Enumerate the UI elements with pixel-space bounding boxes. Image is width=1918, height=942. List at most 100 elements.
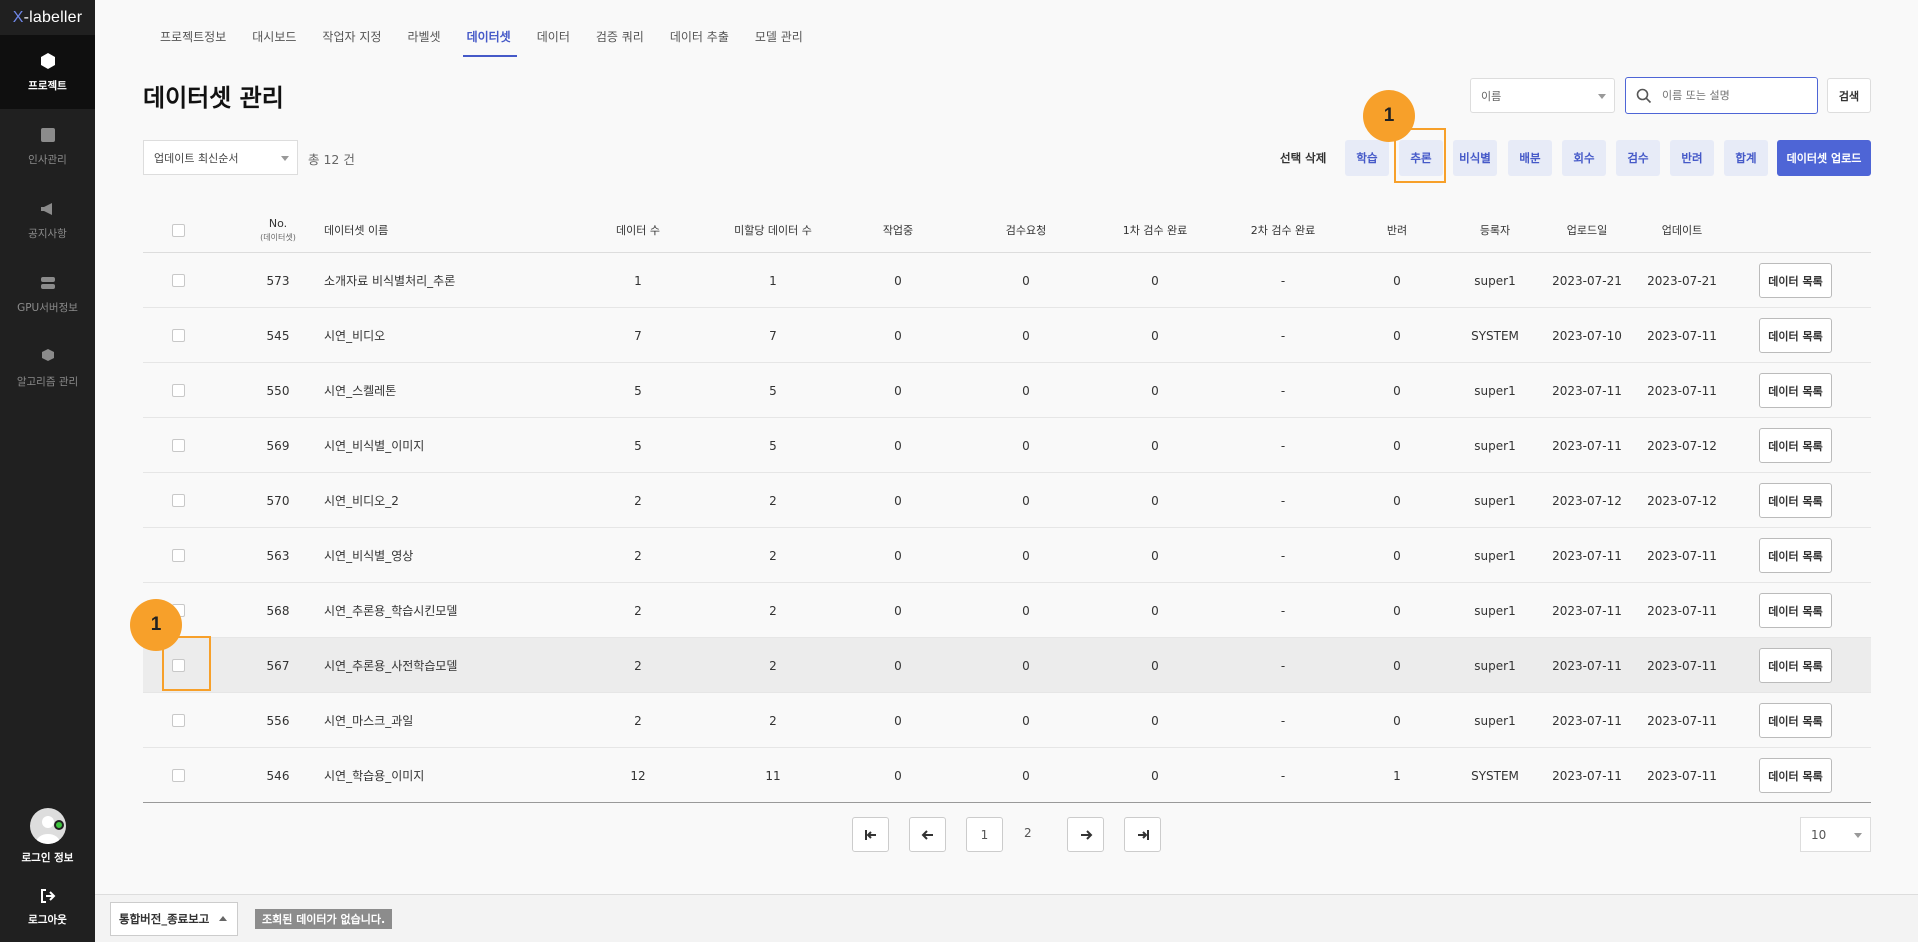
data-list-button[interactable]: 데이터 목록	[1759, 318, 1832, 353]
table-row[interactable]: 550 시연_스켈레톤 5 5 0 0 0-0 super1 2023-07-11 2023-07…	[143, 363, 1871, 418]
row-checkbox[interactable]	[171, 769, 185, 782]
cell-registrant: super1	[1474, 658, 1516, 673]
col-upload-date: 업로드일	[1566, 224, 1608, 237]
megaphone-icon	[40, 202, 52, 215]
col-unassigned: 미할당 데이터 수	[734, 224, 812, 237]
app-logo[interactable]: X -labeller	[0, 0, 95, 35]
action-button-5[interactable]: 검수	[1616, 140, 1660, 176]
cell-unassigned: 2	[769, 493, 777, 508]
data-list-button[interactable]: 데이터 목록	[1759, 538, 1832, 573]
tab-2[interactable]: 작업자 지정	[322, 28, 393, 57]
version-select[interactable]: 통합버전_종료보고	[110, 902, 238, 936]
action-button-2[interactable]: 비식별	[1453, 140, 1497, 176]
server-icon	[40, 276, 55, 289]
table-row[interactable]: 563 시연_비식별_영상 2 2 0 0 0 - 0 super1 2023-07-11 2023-…	[143, 528, 1871, 583]
id-card-icon	[40, 127, 55, 142]
data-list-button[interactable]: 데이터 목록	[1759, 593, 1832, 628]
search-input[interactable]	[1662, 89, 1802, 102]
annotation-marker: 1	[1363, 90, 1415, 142]
row-checkbox[interactable]	[171, 384, 185, 397]
cell-review-request: 0	[1022, 658, 1030, 673]
first-page-button[interactable]	[852, 817, 889, 852]
action-button-3[interactable]: 배분	[1508, 140, 1552, 176]
row-checkbox[interactable]	[171, 494, 185, 507]
action-button-0[interactable]: 학습	[1345, 140, 1389, 176]
data-list-button[interactable]: 데이터 목록	[1759, 263, 1832, 298]
logout-button[interactable]: 로그아웃	[0, 872, 95, 942]
col-data-count: 데이터 수	[616, 224, 660, 237]
row-checkbox[interactable]	[171, 714, 185, 727]
cell-update-date: 2023-07-21	[1647, 273, 1717, 288]
table-row[interactable]: 568 시연_추론용_학습시킨모델 2 2 0 0 0 - 0 super1 2023-07-11 2…	[143, 583, 1871, 638]
cell-data-count: 2	[634, 658, 642, 673]
sidebar-item-0[interactable]: 프로젝트	[0, 35, 95, 109]
cell-review2: -	[1280, 713, 1286, 728]
sidebar: X -labeller 프로젝트 인사관리 공지사항 GPU서버정보알고리즘 관리 로그…	[0, 0, 95, 942]
action-button-6[interactable]: 반려	[1670, 140, 1714, 176]
cell-update-date: 2023-07-11	[1647, 328, 1717, 343]
cell-rejected: 0	[1393, 383, 1401, 398]
logout-icon	[40, 888, 55, 903]
tab-1[interactable]: 대시보드	[252, 28, 308, 57]
tab-0[interactable]: 프로젝트정보	[160, 28, 238, 57]
table-row[interactable]: 573 소개자료 비식별처리_추론 1 1 0 0 0 - 0 super1 2023-07-21 2…	[143, 253, 1871, 308]
tab-5[interactable]: 데이터	[537, 28, 582, 57]
data-list-button[interactable]: 데이터 목록	[1759, 483, 1832, 518]
first-page-icon	[864, 829, 876, 840]
table-row[interactable]: 570 시연_비디오_2 2 2 0 0 0 - 0 super1 2023-07-12 2023-0…	[143, 473, 1871, 528]
sidebar-item-1[interactable]: 인사관리	[0, 109, 95, 183]
sidebar-item-4[interactable]: 알고리즘 관리	[0, 331, 95, 405]
total-count: 총 12 건	[308, 152, 355, 167]
last-page-button[interactable]	[1124, 817, 1161, 852]
tab-8[interactable]: 모델 관리	[755, 28, 815, 57]
search-field-select[interactable]: 이름	[1470, 78, 1615, 113]
cell-unassigned: 2	[769, 548, 777, 563]
table-header: No. (데이터셋) 데이터셋 이름 데이터 수 미할당 데이터 수 작업중 검수…	[143, 207, 1871, 253]
action-button-7[interactable]: 합계	[1724, 140, 1768, 176]
data-list-button[interactable]: 데이터 목록	[1759, 758, 1832, 793]
cell-upload-date: 2023-07-11	[1552, 548, 1622, 563]
page-2-button[interactable]: 2	[1024, 826, 1032, 840]
table-row[interactable]: 545 시연_비디오 7 7 0 0 0 - 0 SYSTEM 2023-07-10 2023-07-…	[143, 308, 1871, 363]
row-checkbox[interactable]	[171, 329, 185, 342]
annotation-marker: 1	[130, 599, 182, 651]
sidebar-item-2[interactable]: 공지사항	[0, 183, 95, 257]
select-all-checkbox[interactable]	[171, 223, 185, 237]
cell-review-request: 0	[1022, 713, 1030, 728]
cell-name: 시연_학습용_이미지	[324, 769, 425, 783]
cell-review1: 0	[1151, 713, 1159, 728]
page-1-button[interactable]: 1	[966, 817, 1003, 852]
search-icon	[1636, 88, 1652, 103]
data-list-button[interactable]: 데이터 목록	[1759, 703, 1832, 738]
select-delete-button[interactable]: 선택 삭제	[1280, 150, 1326, 166]
table-row[interactable]: 569 시연_비식별_이미지 5 5 0 0 0 - 0 super1 2023-07-11 2023…	[143, 418, 1871, 473]
tab-7[interactable]: 데이터 추출	[670, 28, 741, 57]
dataset-upload-button[interactable]: 데이터셋 업로드	[1777, 140, 1871, 176]
table-row[interactable]: 567 시연_추론용_사전학습모델 2 2 0 0 0 - 0 super1 2023-07-11 2…	[143, 638, 1871, 693]
row-checkbox[interactable]	[171, 439, 185, 452]
row-checkbox[interactable]	[171, 549, 185, 562]
sidebar-item-label: GPU서버정보	[17, 301, 78, 314]
search-box[interactable]	[1625, 77, 1818, 114]
action-button-4[interactable]: 회수	[1562, 140, 1606, 176]
next-page-button[interactable]	[1067, 817, 1104, 852]
tab-3[interactable]: 라벨셋	[407, 28, 452, 57]
login-info-button[interactable]: 로그인 정보	[0, 800, 95, 872]
prev-page-button[interactable]	[909, 817, 946, 852]
data-list-button[interactable]: 데이터 목록	[1759, 648, 1832, 683]
page-size-select[interactable]: 10	[1800, 817, 1871, 852]
sort-select[interactable]: 업데이트 최신순서	[143, 140, 298, 175]
data-list-button[interactable]: 데이터 목록	[1759, 373, 1832, 408]
tab-4[interactable]: 데이터셋	[462, 28, 523, 57]
search-button[interactable]: 검색	[1827, 78, 1871, 113]
tab-6[interactable]: 검증 쿼리	[596, 28, 656, 57]
cell-in-progress: 0	[894, 603, 902, 618]
table-row[interactable]: 556 시연_마스크_과일 2 2 0 0 0 - 0 super1 2023-07-11 2023-…	[143, 693, 1871, 748]
version-value: 통합버전_종료보고	[119, 912, 210, 926]
cell-data-count: 1	[634, 273, 642, 288]
cell-upload-date: 2023-07-12	[1552, 493, 1622, 508]
table-row[interactable]: 546 시연_학습용_이미지 12 11 0 0 0 - 1 SYSTEM 2023-07-11 20…	[143, 748, 1871, 803]
data-list-button[interactable]: 데이터 목록	[1759, 428, 1832, 463]
row-checkbox[interactable]	[171, 274, 185, 287]
sidebar-item-3[interactable]: GPU서버정보	[0, 257, 95, 331]
